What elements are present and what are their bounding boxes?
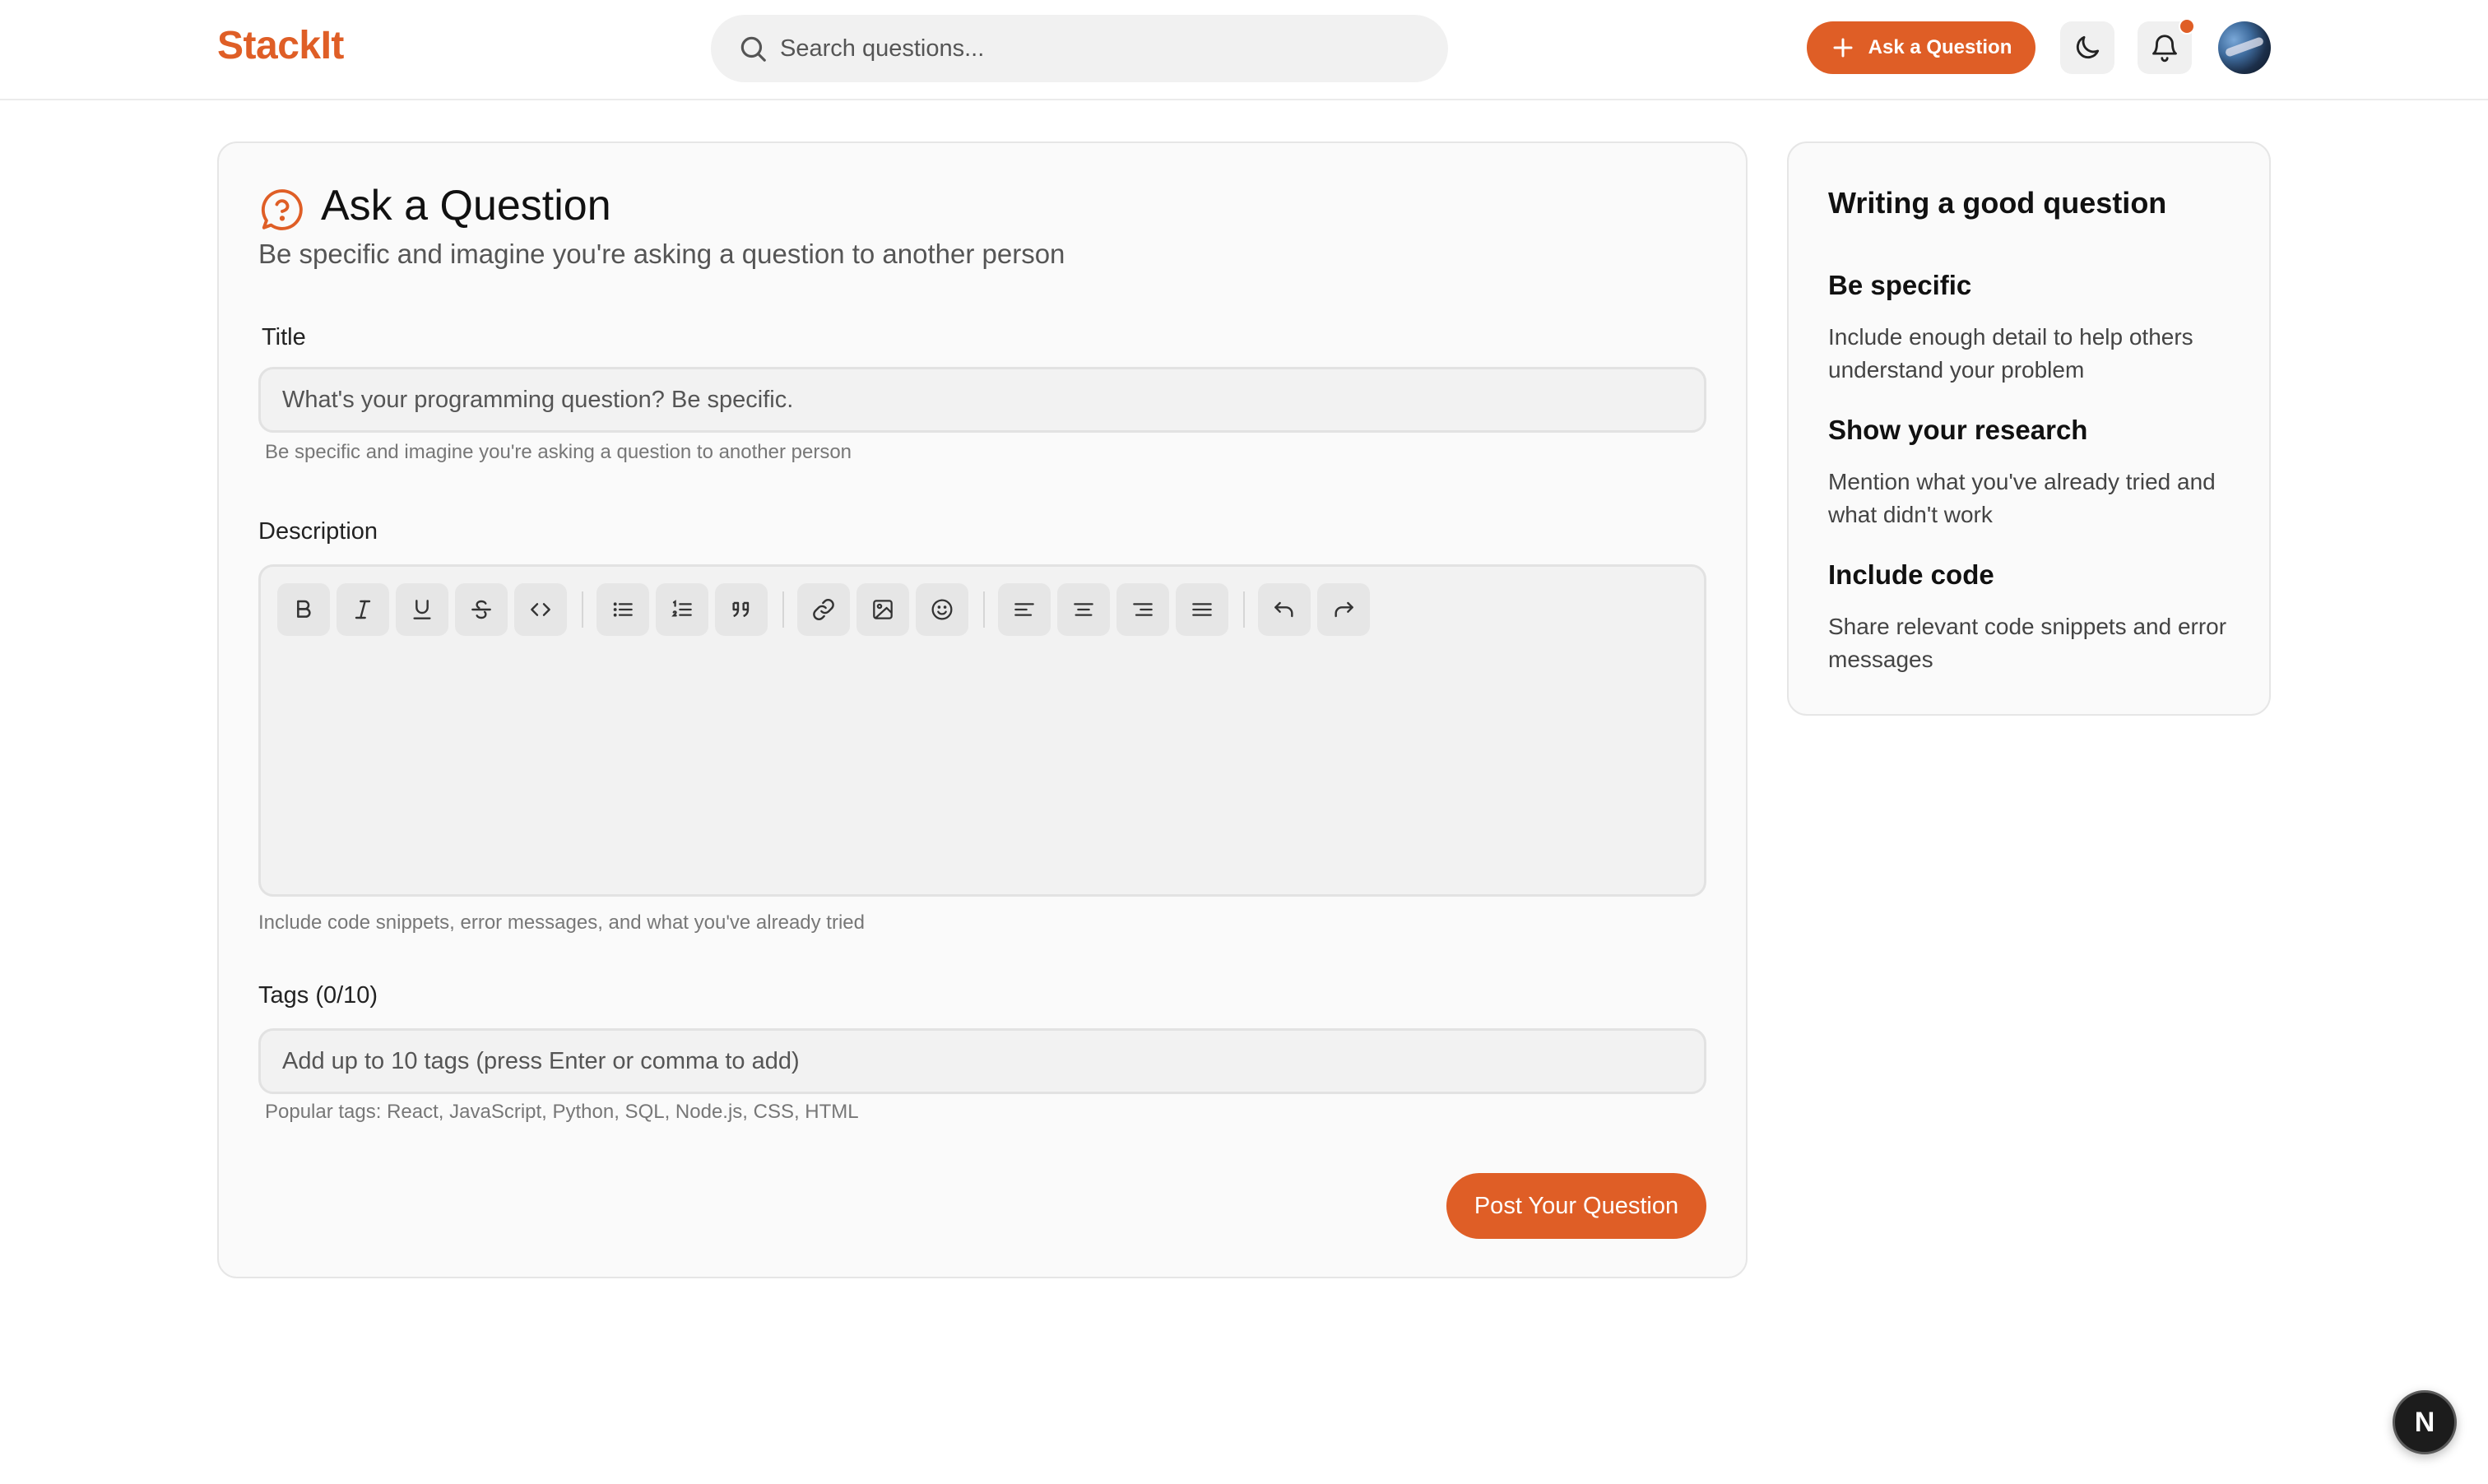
blockquote-button[interactable]: [715, 583, 768, 636]
undo-button[interactable]: [1258, 583, 1311, 636]
moon-icon: [2076, 35, 2100, 59]
title-hint: Be specific and imagine you're asking a …: [265, 441, 852, 463]
quote-icon: [732, 601, 750, 618]
code-icon: [531, 603, 550, 616]
italic-button[interactable]: [337, 583, 389, 636]
ask-question-button[interactable]: Ask a Question: [1807, 21, 2035, 74]
tip-body: Mention what you've already tried and wh…: [1828, 469, 2216, 527]
sidebar-title: Writing a good question: [1828, 186, 2167, 220]
bullet-list-button[interactable]: [596, 583, 649, 636]
toolbar-divider: [582, 591, 583, 628]
title-input[interactable]: [282, 386, 1704, 414]
align-justify-button[interactable]: [1176, 583, 1228, 636]
align-left-button[interactable]: [998, 583, 1051, 636]
code-button[interactable]: [514, 583, 567, 636]
tags-label: Tags (0/10): [258, 982, 378, 1009]
title-field[interactable]: [258, 367, 1706, 433]
strikethrough-button[interactable]: [455, 583, 508, 636]
bold-icon: [297, 600, 311, 618]
search-icon: [740, 36, 766, 62]
post-question-button[interactable]: Post Your Question: [1446, 1173, 1706, 1239]
notification-dot: [2179, 18, 2195, 35]
bold-button[interactable]: [277, 583, 330, 636]
rich-text-editor: [258, 564, 1706, 897]
numbered-list-button[interactable]: [656, 583, 708, 636]
app-logo[interactable]: StackIt: [217, 23, 344, 68]
dev-tools-badge[interactable]: N: [2393, 1390, 2457, 1454]
redo-icon: [1335, 601, 1353, 618]
align-right-icon: [1133, 603, 1153, 616]
toolbar-divider: [782, 591, 784, 628]
toolbar-divider: [983, 591, 985, 628]
align-justify-icon: [1192, 603, 1212, 616]
description-editor-area[interactable]: [277, 652, 1687, 878]
theme-toggle-button[interactable]: [2060, 21, 2114, 74]
description-hint: Include code snippets, error messages, a…: [258, 911, 865, 934]
search-bar[interactable]: [711, 15, 1448, 82]
emoji-icon: [931, 599, 953, 620]
underline-icon: [413, 600, 431, 619]
tip-body: Include enough detail to help others und…: [1828, 324, 2193, 383]
link-icon: [813, 599, 834, 620]
page-title: Ask a Question: [321, 182, 611, 230]
plus-icon: [1833, 38, 1853, 58]
top-navbar: StackIt Ask a Question: [0, 0, 2488, 100]
tags-input[interactable]: [282, 1047, 1704, 1075]
redo-button[interactable]: [1317, 583, 1370, 636]
search-input[interactable]: [780, 35, 1405, 63]
user-avatar[interactable]: [2218, 21, 2271, 74]
strikethrough-icon: [471, 600, 491, 619]
tip-heading: Include code: [1828, 559, 1994, 590]
ask-question-label: Ask a Question: [1868, 36, 2012, 58]
image-icon: [873, 600, 893, 619]
underline-button[interactable]: [396, 583, 448, 636]
italic-icon: [355, 600, 371, 619]
image-button[interactable]: [856, 583, 909, 636]
tags-field[interactable]: [258, 1028, 1706, 1094]
undo-icon: [1274, 601, 1293, 618]
popular-tags-hint: Popular tags: React, JavaScript, Python,…: [265, 1101, 859, 1123]
tip-heading: Be specific: [1828, 270, 1972, 300]
toolbar-divider: [1243, 591, 1245, 628]
page-subtitle: Be specific and imagine you're asking a …: [258, 239, 1065, 269]
bullet-list-icon: [613, 602, 633, 617]
align-left-icon: [1014, 603, 1034, 616]
question-bubble-icon: [261, 189, 303, 230]
align-center-button[interactable]: [1057, 583, 1110, 636]
emoji-button[interactable]: [916, 583, 968, 636]
align-right-button[interactable]: [1116, 583, 1169, 636]
numbered-list-icon: [671, 600, 692, 617]
tip-heading: Show your research: [1828, 415, 2088, 445]
tip-body: Share relevant code snippets and error m…: [1828, 614, 2227, 672]
align-center-icon: [1074, 603, 1093, 616]
title-label: Title: [262, 324, 306, 350]
description-label: Description: [258, 518, 378, 545]
bell-icon: [2152, 35, 2177, 63]
editor-toolbar: [277, 583, 1376, 636]
link-button[interactable]: [797, 583, 850, 636]
